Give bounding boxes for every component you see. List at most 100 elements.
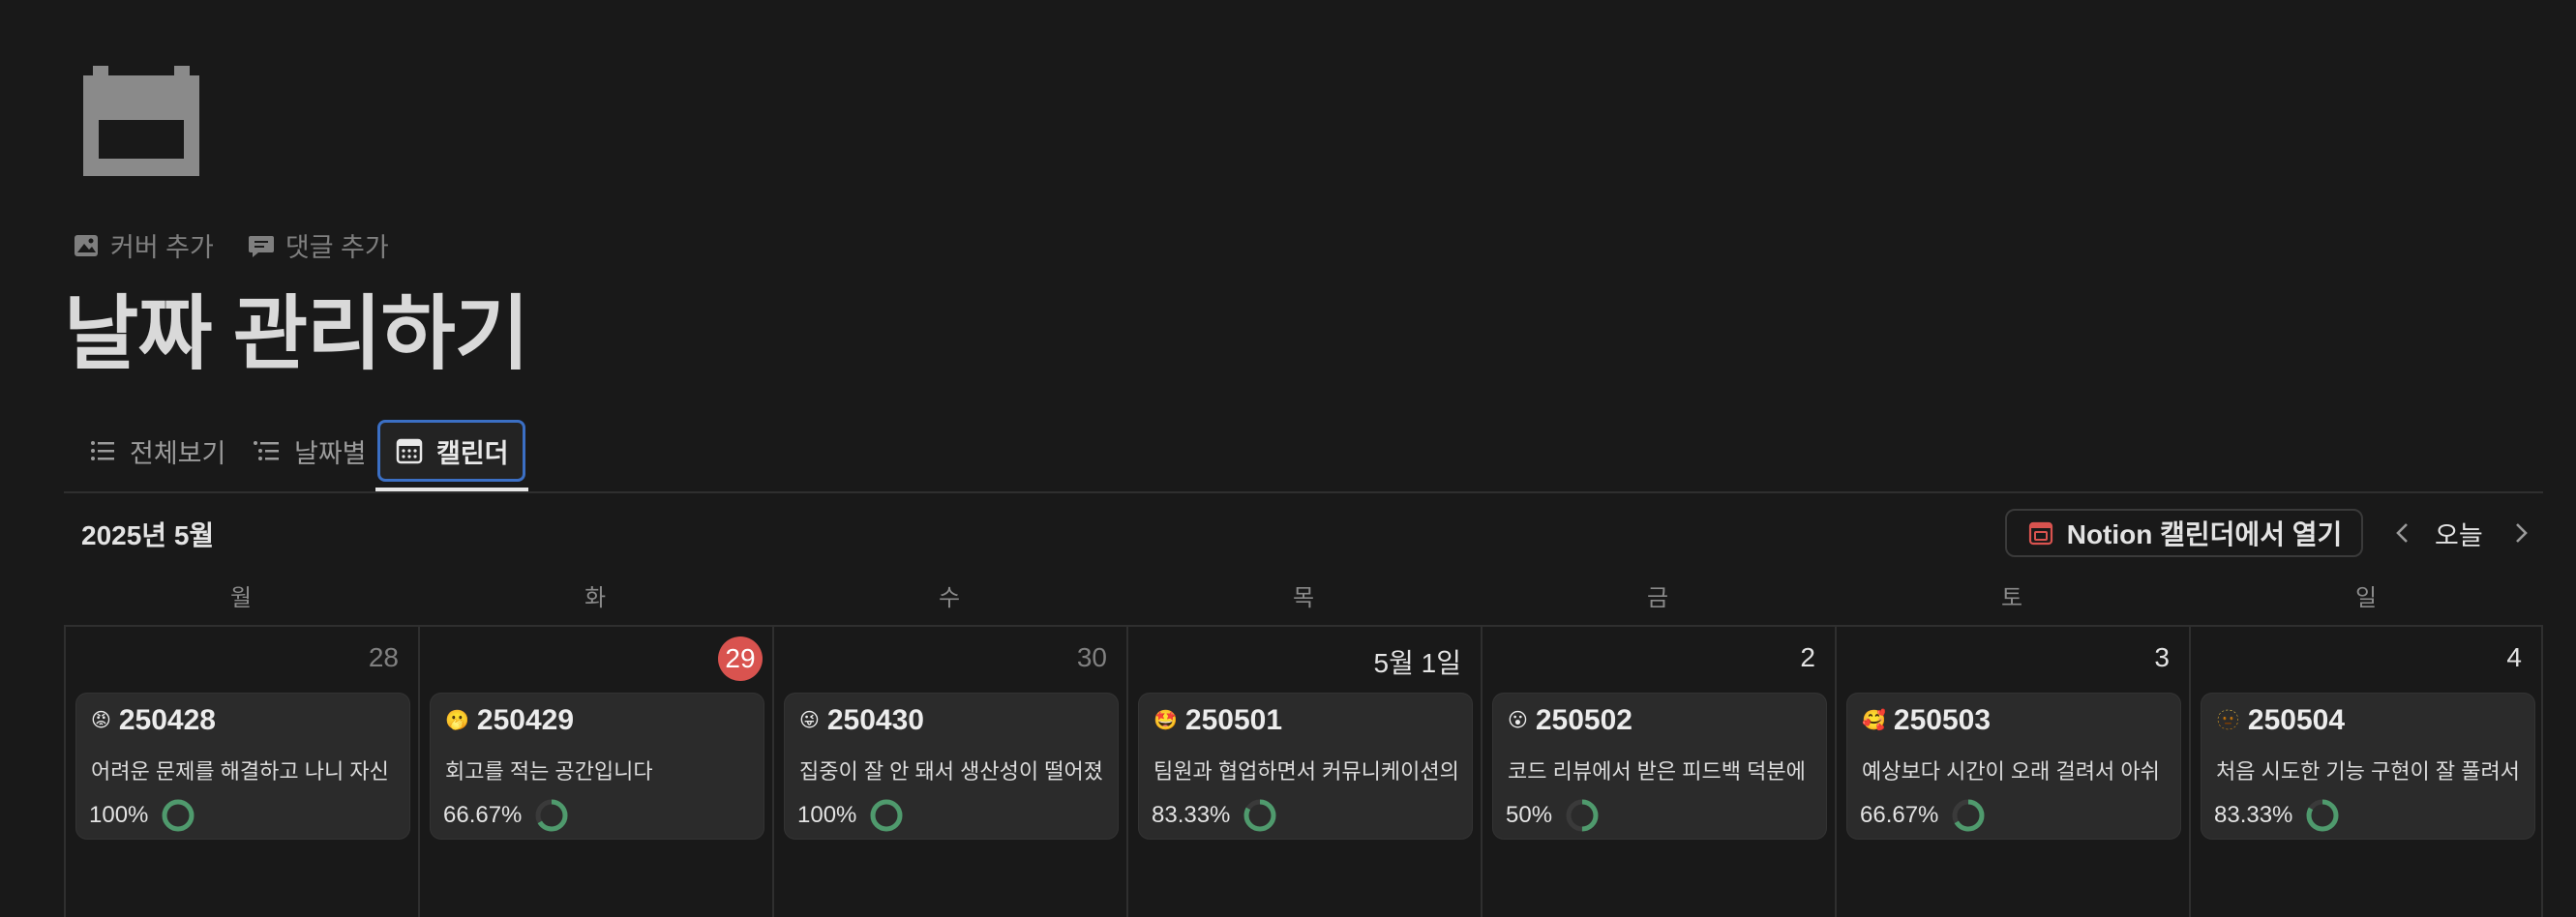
entry-progress: 83.33% [2214, 797, 2341, 834]
calendar-grid: 28 😡 250428 어려운 문제를 해결하고 나니 자신 100% 29 🫢… [64, 625, 2543, 917]
view-tabs: 전체보기 날짜별 캘린더 [64, 420, 2543, 493]
entry-title-text: 250430 [826, 704, 924, 736]
tab-calendar[interactable]: 캘린더 [377, 420, 525, 482]
add-cover-button[interactable]: 커버 추가 [72, 226, 214, 264]
progress-ring-icon [1952, 799, 1985, 832]
weekday-label: 금 [1646, 585, 1669, 611]
entry-progress: 83.33% [1152, 797, 1278, 834]
entry-title: 🤩 250501 [1153, 704, 1282, 737]
day-number: 5월 1일 [1373, 648, 1461, 678]
page-calendar-icon[interactable] [83, 66, 199, 176]
entry-progress: 50% [1506, 797, 1601, 834]
progress-percent: 100% [797, 802, 857, 828]
calendar-day-cell[interactable]: 30 😜 250430 집중이 잘 안 돼서 생산성이 떨어졌 100% [772, 627, 1126, 917]
list-icon [87, 435, 118, 466]
day-number: 2 [1800, 642, 1815, 672]
entry-progress: 66.67% [1860, 797, 1987, 834]
mood-emoji-icon: 🤩 [1153, 710, 1178, 731]
comment-icon [247, 231, 276, 260]
tab-label: 날짜별 [294, 438, 367, 468]
weekday-header: 월 화 수 목 금 토 일 [64, 578, 2543, 617]
weekday-label: 토 [2000, 585, 2023, 611]
tab-by-date[interactable]: 날짜별 [238, 422, 380, 480]
progress-percent: 66.67% [443, 802, 523, 828]
day-number: 4 [2506, 642, 2522, 672]
entry-preview-text: 회고를 적는 공간입니다 [445, 759, 653, 784]
entry-progress: 100% [89, 797, 196, 834]
today-button[interactable]: 오늘 [2435, 515, 2483, 552]
calendar-day-cell[interactable]: 29 🫢 250429 회고를 적는 공간입니다 66.67% [418, 627, 772, 917]
weekday-label: 월 [229, 585, 253, 611]
entry-progress: 66.67% [443, 797, 570, 834]
entry-card[interactable]: 🥰 250503 예상보다 시간이 오래 걸려서 아쉬 66.67% [1846, 693, 2181, 840]
open-notion-label: Notion 캘린더에서 열기 [2066, 519, 2343, 549]
progress-percent: 66.67% [1860, 802, 1939, 828]
mood-emoji-icon: 🫢 [445, 710, 469, 731]
entry-title-text: 250501 [1184, 704, 1283, 736]
calendar-day-cell[interactable]: 3 🥰 250503 예상보다 시간이 오래 걸려서 아쉬 66.67% [1835, 627, 2189, 917]
entry-preview-text: 처음 시도한 기능 구현이 잘 풀려서 [2216, 759, 2520, 784]
progress-percent: 50% [1506, 802, 1553, 828]
add-comment-button[interactable]: 댓글 추가 [247, 226, 389, 264]
mood-emoji-icon: 🫥 [2216, 710, 2240, 731]
calendar-day-cell[interactable]: 5월 1일 🤩 250501 팀원과 협업하면서 커뮤니케이션의 83.33% [1126, 627, 1481, 917]
entry-preview-text: 예상보다 시간이 오래 걸려서 아쉬 [1862, 759, 2160, 784]
day-number: 30 [1076, 642, 1107, 672]
progress-percent: 83.33% [2214, 802, 2293, 828]
progress-ring-icon [535, 799, 568, 832]
entry-card[interactable]: 😜 250430 집중이 잘 안 돼서 생산성이 떨어졌 100% [784, 693, 1119, 840]
progress-ring-icon [870, 799, 903, 832]
previous-month-button[interactable] [2388, 517, 2417, 549]
add-cover-label: 커버 추가 [110, 233, 214, 262]
progress-percent: 83.33% [1152, 802, 1231, 828]
calendar-day-cell[interactable]: 28 😡 250428 어려운 문제를 해결하고 나니 자신 100% [64, 627, 418, 917]
today-day-number: 29 [718, 636, 763, 681]
progress-ring-icon [1243, 799, 1276, 832]
entry-card[interactable]: 😮 250502 코드 리뷰에서 받은 피드백 덕분에 50% [1492, 693, 1827, 840]
mood-emoji-icon: 😮 [1508, 710, 1528, 731]
page-actions: 커버 추가 댓글 추가 [72, 226, 389, 264]
notion-calendar-icon [2026, 518, 2055, 547]
open-notion-calendar-button[interactable]: Notion 캘린더에서 열기 [2005, 509, 2363, 557]
entry-title: 😮 250502 [1508, 704, 1632, 737]
entry-title-text: 250502 [1535, 704, 1632, 736]
page-title[interactable]: 날짜 관리하기 [64, 281, 529, 387]
calendar-day-cell[interactable]: 4 🫥 250504 처음 시도한 기능 구현이 잘 풀려서 83.33% [2189, 627, 2543, 917]
entry-card[interactable]: 🫥 250504 처음 시도한 기능 구현이 잘 풀려서 83.33% [2201, 693, 2535, 840]
tab-label: 캘린더 [436, 438, 509, 468]
entry-title-text: 250504 [2247, 704, 2346, 736]
entry-preview-text: 코드 리뷰에서 받은 피드백 덕분에 [1508, 759, 1806, 784]
entry-card[interactable]: 🤩 250501 팀원과 협업하면서 커뮤니케이션의 83.33% [1138, 693, 1473, 840]
next-month-button[interactable] [2506, 517, 2535, 549]
progress-ring-icon [2306, 799, 2339, 832]
mood-emoji-icon: 😡 [91, 710, 111, 731]
entry-card[interactable]: 🫢 250429 회고를 적는 공간입니다 66.67% [430, 693, 764, 840]
entry-title-text: 250428 [118, 704, 216, 736]
tab-label: 전체보기 [130, 438, 226, 468]
progress-ring-icon [162, 799, 195, 832]
weekday-label: 일 [2354, 585, 2378, 611]
entry-title-text: 250503 [1893, 704, 1992, 736]
weekday-label: 목 [1292, 585, 1315, 611]
entry-title: 🥰 250503 [1862, 704, 1991, 737]
entry-title: 😡 250428 [91, 704, 216, 737]
chevron-right-icon [2506, 517, 2535, 549]
entry-preview-text: 집중이 잘 안 돼서 생산성이 떨어졌 [799, 759, 1103, 784]
calendar-day-cell[interactable]: 2 😮 250502 코드 리뷰에서 받은 피드백 덕분에 50% [1481, 627, 1835, 917]
entry-progress: 100% [797, 797, 905, 834]
day-number: 28 [368, 642, 399, 672]
weekday-label: 수 [938, 585, 961, 611]
day-number: 3 [2154, 642, 2170, 672]
entry-title: 😜 250430 [799, 704, 924, 737]
entry-title: 🫥 250504 [2216, 704, 2345, 737]
progress-percent: 100% [89, 802, 149, 828]
tab-all-view[interactable]: 전체보기 [74, 422, 239, 480]
active-tab-indicator [375, 488, 528, 491]
month-label: 2025년 5월 [81, 520, 215, 550]
add-comment-label: 댓글 추가 [285, 233, 389, 262]
entry-card[interactable]: 😡 250428 어려운 문제를 해결하고 나니 자신 100% [75, 693, 410, 840]
progress-ring-icon [1566, 799, 1599, 832]
entry-preview-text: 어려운 문제를 해결하고 나니 자신 [91, 759, 389, 784]
mood-emoji-icon: 😜 [799, 710, 820, 731]
weekday-label: 화 [584, 585, 607, 611]
